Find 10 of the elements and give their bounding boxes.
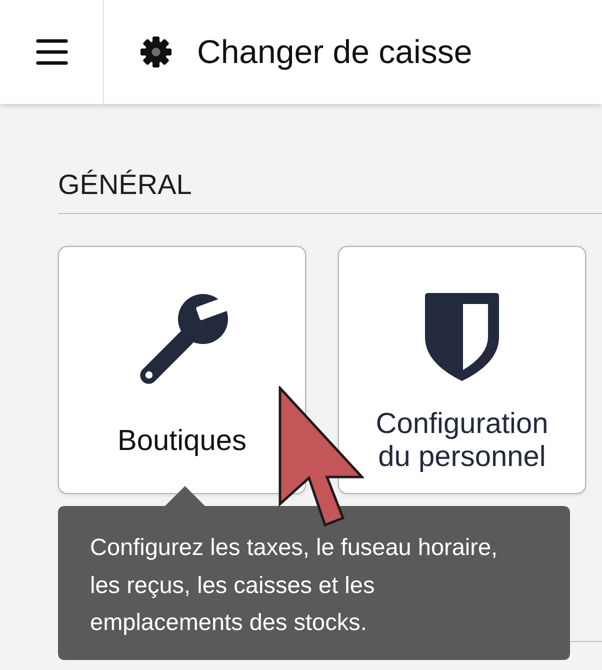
menu-button[interactable] bbox=[36, 39, 68, 65]
shield-icon bbox=[425, 293, 499, 381]
settings-card[interactable]: Configuration du personnel bbox=[338, 246, 586, 494]
page-title: Changer de caisse bbox=[197, 32, 472, 72]
menu-icon bbox=[36, 39, 68, 65]
settings-card[interactable]: Boutiques bbox=[58, 246, 306, 494]
gear-icon bbox=[140, 36, 172, 68]
pointer-cursor-icon bbox=[278, 386, 364, 527]
section-heading: GÉNÉRAL bbox=[58, 168, 602, 214]
tooltip-text: Configurez les taxes, le fuseau horaire, les reçus, les caisses et les emplacements des stocks. bbox=[90, 533, 499, 637]
